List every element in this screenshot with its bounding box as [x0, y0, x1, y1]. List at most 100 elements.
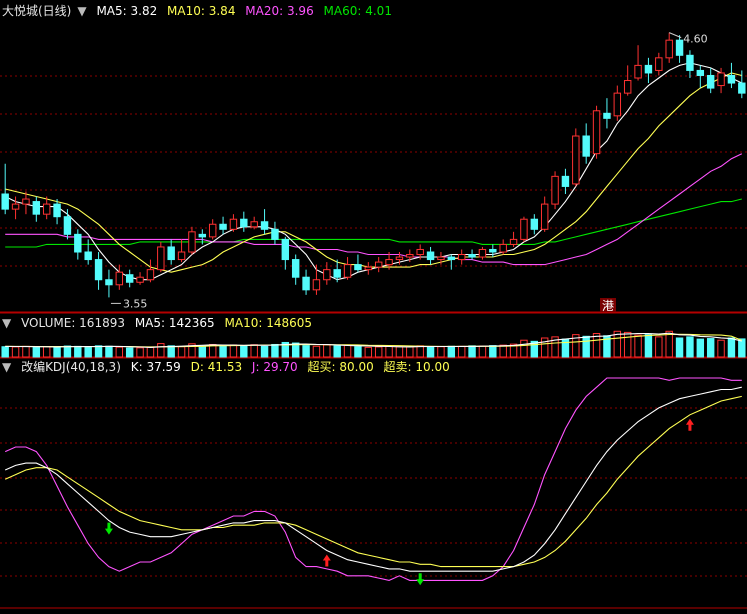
kdj-k-label: K: 37.59 [130, 360, 181, 374]
candle-down [125, 274, 134, 283]
candle-up [540, 203, 549, 230]
volume-bar [333, 345, 341, 358]
candle-up [364, 266, 373, 271]
volume-bar [686, 336, 694, 358]
candle-up [136, 276, 144, 283]
candle-down [644, 64, 653, 74]
volume-bar [354, 346, 362, 358]
volume-bar [738, 338, 746, 358]
price-panel-title[interactable]: 大悦城(日线) [2, 4, 71, 18]
volume-bar [478, 345, 487, 358]
candle-down [727, 74, 736, 84]
kdj-panel-dropdown-icon[interactable]: ▼ [2, 360, 11, 374]
candle-up [157, 246, 165, 271]
price-panel-header: 大悦城(日线) ▼ MA5: 3.82 MA10: 3.84 MA20: 3.96… [2, 2, 398, 20]
volume-bar [146, 346, 155, 358]
candle-up [406, 254, 414, 258]
volume-bar [416, 345, 424, 358]
ma5-label: MA5: 3.82 [96, 4, 158, 18]
candle-down [354, 264, 362, 271]
candle-up [188, 231, 196, 253]
candle-down [603, 112, 611, 119]
volume-bar [63, 345, 72, 358]
candle-down [291, 259, 300, 278]
candle-down [105, 279, 113, 286]
candle-down [219, 223, 227, 230]
candle-down [582, 135, 590, 157]
candle-up [551, 175, 559, 205]
candle-up [22, 198, 30, 205]
candle-up [572, 135, 580, 185]
stock-chart-window: 4.60 3.55 港 大悦城(日线) ▼ MA5: 3.82 MA10: 3.84 … [0, 0, 747, 614]
volume-bar [53, 346, 61, 358]
volume-bar [634, 334, 642, 358]
hk-marker-label: 港 [602, 299, 614, 313]
candle-down [74, 233, 82, 253]
kdj-d-line [4, 395, 742, 568]
volume-bar [312, 345, 321, 358]
volume-bar [468, 345, 476, 358]
volume-bar [177, 346, 186, 358]
candle-up [229, 218, 238, 230]
candle-down [530, 218, 539, 230]
volume-bar [623, 331, 632, 358]
candle-down [63, 216, 72, 235]
candle-up [478, 248, 487, 258]
kdj-d-label: D: 41.53 [190, 360, 243, 374]
volume-bar [260, 345, 269, 358]
kdj-overbought-label: 超买: 80.00 [307, 360, 374, 374]
candle-down [447, 256, 456, 261]
volume-bar [302, 345, 310, 358]
ma20-line [5, 153, 743, 266]
volume-ma10-label: MA10: 148605 [224, 316, 313, 330]
volume-bar [42, 346, 51, 358]
ma10-line [5, 72, 742, 273]
volume-bar [426, 345, 435, 358]
candle-down [561, 175, 570, 187]
candle-up [499, 243, 507, 253]
volume-bar [84, 346, 92, 358]
candle-up [416, 248, 424, 256]
candle-up [509, 238, 518, 245]
volume-bar [727, 337, 736, 358]
high-price-label: 4.60 [683, 33, 708, 46]
volume-panel-dropdown-icon[interactable]: ▼ [2, 316, 11, 330]
candle-up [312, 279, 321, 291]
candle-up [592, 110, 601, 155]
kdj-panel-header: ▼ 改编KDJ(40,18,3) K: 37.59 D: 41.53 J: 29… [2, 358, 456, 376]
candle-up [395, 256, 404, 261]
candle-up [177, 251, 186, 261]
kdj-k-line [4, 386, 742, 572]
candle-down [333, 269, 341, 278]
volume-bar [395, 346, 404, 358]
candle-up [717, 72, 725, 87]
sell-signal-arrow [416, 573, 425, 586]
volume-bar [105, 345, 113, 358]
candle-down [167, 246, 175, 261]
volume-bar [157, 343, 165, 358]
volume-bar [655, 336, 663, 358]
volume-bar [489, 345, 497, 358]
candle-down [1, 193, 9, 210]
sell-signal-arrow [104, 522, 113, 535]
price-panel-dropdown-icon[interactable]: ▼ [77, 4, 86, 18]
volume-bar [406, 346, 414, 358]
candle-down [675, 39, 684, 56]
volume-bar [385, 345, 393, 358]
high-marker-arrow [668, 32, 682, 39]
volume-bar [323, 344, 331, 358]
candle-down [468, 254, 476, 258]
volume-bar [32, 346, 41, 358]
kdj-oversold-label: 超卖: 10.00 [383, 360, 450, 374]
candle-up [623, 80, 632, 94]
volume-bar [1, 346, 9, 358]
candle-up [437, 256, 445, 261]
volume-bar [22, 345, 30, 358]
volume-ma5-label: MA5: 142365 [134, 316, 215, 330]
candle-down [260, 221, 269, 230]
volume-bar [94, 345, 103, 358]
volume-bar [167, 345, 175, 358]
volume-bar [447, 345, 456, 358]
volume-bar [198, 345, 207, 358]
kdj-j-label: J: 29.70 [251, 360, 298, 374]
